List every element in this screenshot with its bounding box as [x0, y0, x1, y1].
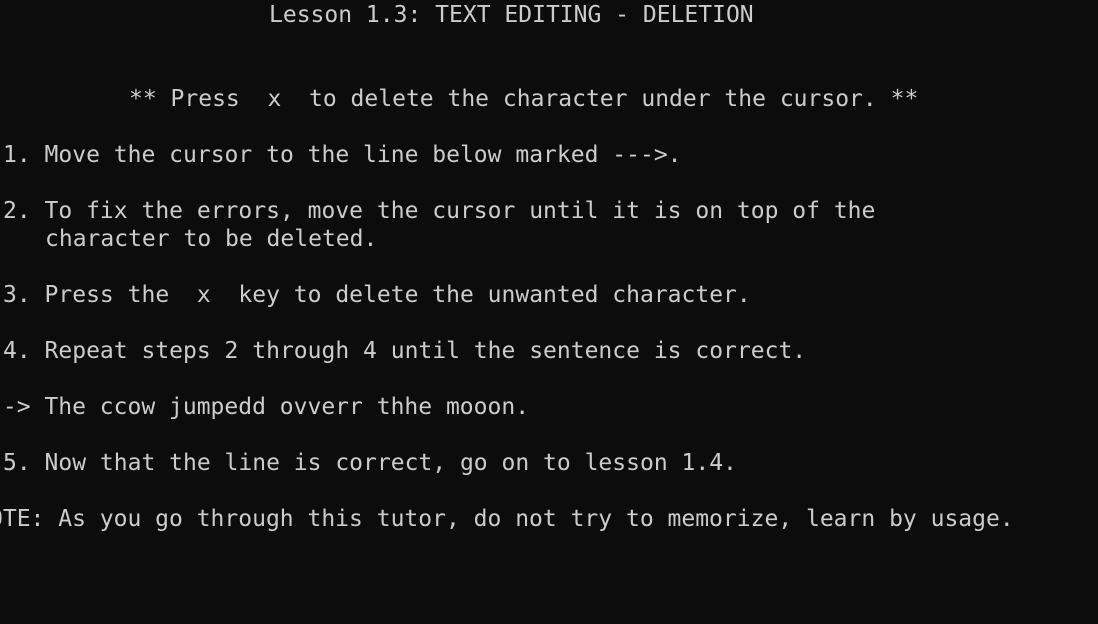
lesson-instruction: ** Press x to delete the character under…: [129, 86, 919, 112]
lesson-title: Lesson 1.3: TEXT EDITING - DELETION: [269, 2, 754, 28]
note-text: OTE: As you go through this tutor, do no…: [0, 506, 1014, 532]
step-2-continuation: character to be deleted.: [45, 226, 378, 252]
terminal-window[interactable]: Lesson 1.3: TEXT EDITING - DELETION ** P…: [0, 0, 1098, 624]
step-4-text: 4. Repeat steps 2 through 4 until the se…: [3, 338, 807, 364]
step-5-text: 5. Now that the line is correct, go on t…: [3, 450, 737, 476]
step-1-text: 1. Move the cursor to the line below mar…: [3, 142, 682, 168]
practice-line[interactable]: --> The ccow jumpedd ovverr thhe mooon.: [0, 393, 529, 421]
step-2-text: 2. To fix the errors, move the cursor un…: [3, 198, 876, 224]
step-3-text: 3. Press the x key to delete the unwante…: [3, 282, 751, 308]
